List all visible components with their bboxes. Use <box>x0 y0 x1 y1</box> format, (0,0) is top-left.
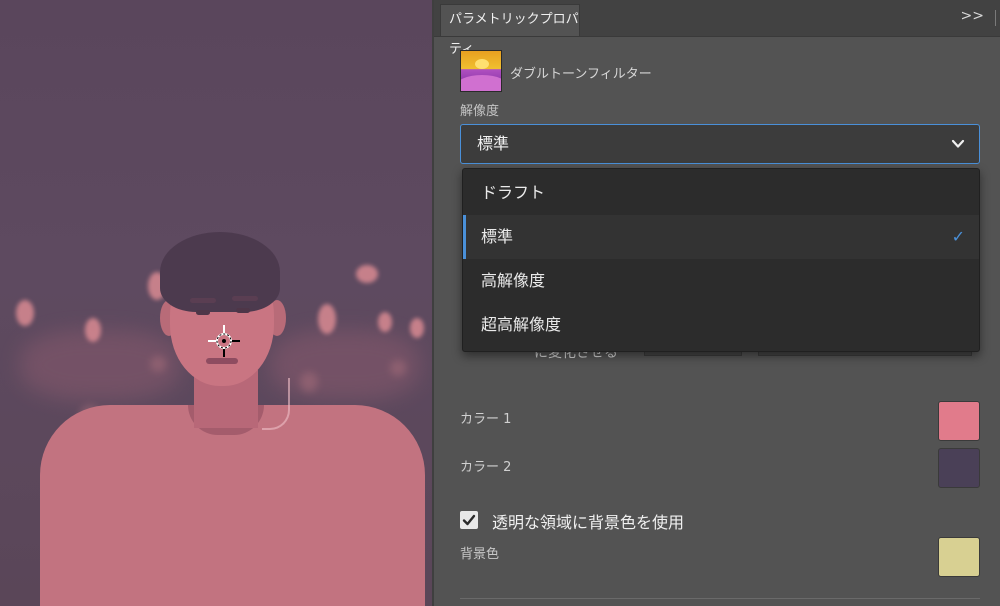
panel-divider <box>995 10 996 26</box>
tab-parametric-properties[interactable]: パラメトリックプロパティ <box>440 4 580 57</box>
background-color-label: 背景色 <box>460 547 500 562</box>
menu-item-standard[interactable]: 標準 ✓ <box>463 215 979 259</box>
checkmark-icon: ✓ <box>951 227 965 246</box>
background-color-swatch[interactable] <box>938 537 980 577</box>
chevron-down-icon <box>951 139 965 148</box>
color-2-label: カラー 2 <box>460 460 512 475</box>
panel-tab-bar: パラメトリックプロパティ >> <box>434 0 1000 57</box>
resolution-select[interactable]: 標準 <box>460 124 980 164</box>
checkmark-icon <box>462 514 476 526</box>
menu-item-ultra-high-resolution[interactable]: 超高解像度 <box>463 303 979 347</box>
menu-item-high-resolution[interactable]: 高解像度 <box>463 259 979 303</box>
section-divider <box>460 598 980 599</box>
use-background-color-checkbox[interactable] <box>460 511 478 529</box>
collapse-panel-icon[interactable]: >> <box>961 8 984 24</box>
color-1-swatch[interactable] <box>938 401 980 441</box>
color-1-label: カラー 1 <box>460 412 512 427</box>
menu-item-draft[interactable]: ドラフト <box>463 171 979 215</box>
menu-item-label: 標準 <box>481 227 514 246</box>
crosshair-cursor-icon <box>208 325 240 357</box>
color-2-swatch[interactable] <box>938 448 980 488</box>
resolution-selected-value: 標準 <box>477 134 510 153</box>
resolution-dropdown-menu: ドラフト 標準 ✓ 高解像度 超高解像度 <box>462 168 980 352</box>
resolution-label: 解像度 <box>460 104 500 119</box>
use-background-color-label[interactable]: 透明な領域に背景色を使用 <box>492 509 684 533</box>
filter-name: ダブルトーンフィルター <box>510 67 652 82</box>
document-canvas[interactable] <box>0 0 432 606</box>
parametric-properties-panel: パラメトリックプロパティ >> ダブルトーンフィルター 解像度 標準 に変化させ… <box>432 0 1000 606</box>
duotone-filter-thumbnail[interactable] <box>460 50 502 92</box>
